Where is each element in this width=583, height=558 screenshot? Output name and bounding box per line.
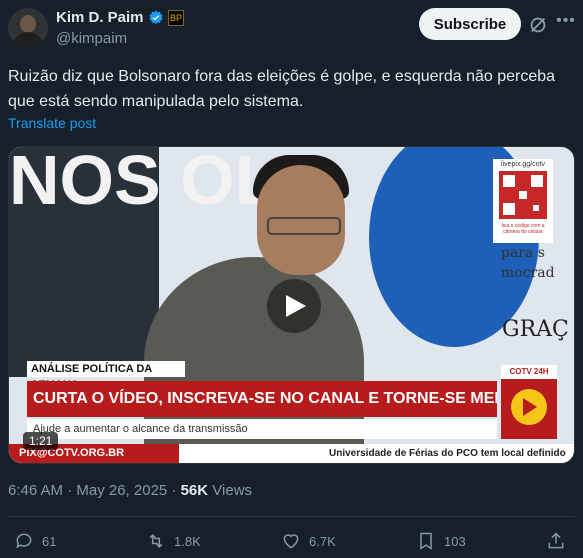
reply-icon bbox=[16, 533, 32, 549]
verified-badge-icon bbox=[149, 10, 163, 24]
translate-post-link[interactable]: Translate post bbox=[8, 115, 96, 131]
video-duration: 1:21 bbox=[23, 432, 59, 450]
reply-button[interactable]: 61 bbox=[14, 530, 56, 552]
author-name[interactable]: Kim D. Paim bbox=[56, 9, 144, 26]
qr-url: livepix.gg/cotv bbox=[501, 161, 545, 168]
lower-third-subline: Ajude a aumentar o alcance da transmissã… bbox=[27, 419, 497, 439]
views-count[interactable]: 56K bbox=[181, 482, 209, 499]
play-icon bbox=[286, 295, 306, 317]
bookmark-icon bbox=[420, 532, 432, 550]
qr-code-icon bbox=[499, 171, 547, 219]
post-text: Ruizão diz que Bolsonaro fora das eleiçõ… bbox=[8, 68, 556, 110]
author-handle[interactable]: @kimpaim bbox=[56, 30, 127, 47]
views-label: Views bbox=[208, 482, 253, 499]
reply-count: 61 bbox=[42, 533, 57, 549]
like-count: 6.7K bbox=[309, 533, 336, 549]
play-button[interactable] bbox=[267, 279, 321, 333]
bookmark-button[interactable]: 103 bbox=[416, 530, 466, 552]
share-icon bbox=[548, 532, 564, 549]
author-avatar[interactable] bbox=[8, 8, 48, 48]
video-player[interactable]: NOS OL livepix.gg/cotv leia o código com… bbox=[8, 146, 575, 464]
bookmark-count: 103 bbox=[444, 533, 466, 549]
wall-text: para s mocrad bbox=[501, 243, 555, 283]
channel-label: COTV 24H bbox=[501, 365, 557, 379]
wall-text-line: mocrad bbox=[501, 265, 555, 281]
ticker-bar: PIX@COTV.ORG.BR Universidade de Férias d… bbox=[9, 444, 574, 463]
affiliate-badge-icon[interactable]: BP bbox=[168, 10, 184, 26]
wall-text-line: para s bbox=[501, 245, 545, 261]
speaker-glasses bbox=[267, 217, 341, 235]
subscribe-button[interactable]: Subscribe bbox=[419, 8, 521, 40]
heart-icon bbox=[283, 534, 299, 549]
repost-button[interactable]: 1.8K bbox=[146, 530, 201, 552]
grok-icon[interactable] bbox=[527, 14, 549, 36]
repost-count: 1.8K bbox=[174, 533, 201, 549]
lower-third-headline: CURTA O VÍDEO, INSCREVA-SE NO CANAL E TO… bbox=[27, 381, 497, 417]
post-timestamp[interactable]: 6:46 AM · May 26, 2025 · bbox=[8, 482, 181, 499]
wall-big-text: GRAÇ bbox=[502, 317, 569, 342]
qr-caption: leia o código com a câmera do celular bbox=[501, 223, 545, 235]
channel-logo-panel: COTV 24H bbox=[501, 365, 557, 439]
more-options-icon[interactable]: ••• bbox=[556, 12, 576, 32]
ticker-text: Universidade de Férias do PCO tem local … bbox=[329, 448, 566, 459]
like-button[interactable]: 6.7K bbox=[281, 530, 336, 552]
qr-code-panel: livepix.gg/cotv leia o código com a câme… bbox=[493, 159, 553, 243]
divider bbox=[8, 516, 575, 517]
cotv-logo-icon bbox=[511, 389, 547, 425]
share-button[interactable] bbox=[546, 530, 574, 552]
video-background-text: NOS OL bbox=[9, 146, 278, 219]
post-meta: 6:46 AM · May 26, 2025 · 56K Views bbox=[8, 482, 252, 499]
lower-third-kicker: ANÁLISE POLÍTICA DA SEMANA bbox=[27, 361, 185, 391]
repost-icon bbox=[149, 534, 163, 548]
